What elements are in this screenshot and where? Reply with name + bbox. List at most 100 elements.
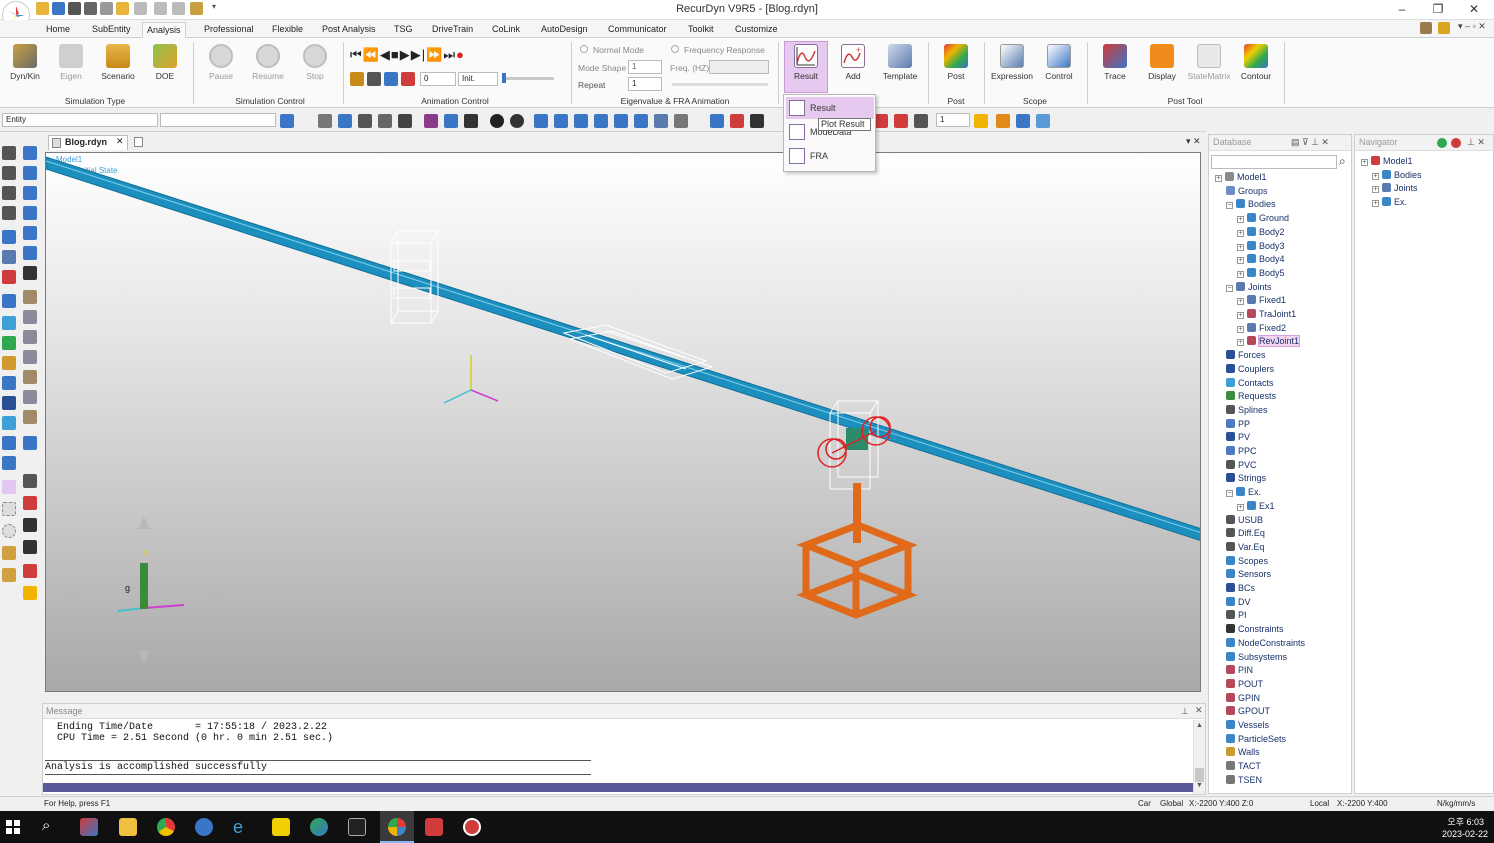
tab-drivetrain[interactable]: DriveTrain [428,22,477,38]
tree-item[interactable]: + RevJoint1 [1237,335,1301,348]
dyn-kin-button[interactable]: Dyn/Kin [3,42,47,94]
view-user-icon[interactable] [674,114,688,128]
edge-icon[interactable] [310,818,328,836]
tree-expand-icon[interactable]: − [1226,202,1233,210]
camera-icon[interactable] [367,72,381,86]
zoom-window-icon[interactable] [398,114,412,128]
view-left-icon[interactable] [574,114,588,128]
edit-icon[interactable] [23,474,37,488]
tree-item[interactable]: ParticleSets [1226,733,1286,746]
database-search-icon[interactable]: ⌕ [1339,154,1346,169]
step-forward-icon[interactable]: ▶| [411,47,426,62]
tree-item[interactable]: + Body3 [1237,240,1285,253]
tree-expand-icon[interactable]: + [1237,216,1244,224]
circle-select-icon[interactable] [2,524,16,538]
explode-icon[interactable] [23,586,37,600]
plane-yz-icon[interactable] [23,186,37,200]
force-select-icon[interactable] [2,270,16,284]
plane-zy-icon[interactable] [23,206,37,220]
tree-item[interactable]: Requests [1226,390,1276,403]
tab-autodesign[interactable]: AutoDesign [537,22,592,38]
kakaotalk-icon[interactable] [272,818,290,836]
view-front-icon[interactable] [534,114,548,128]
tree-item[interactable]: Scopes [1226,555,1268,568]
tree-item[interactable]: Splines [1226,404,1268,417]
plane-zx-icon[interactable] [23,226,37,240]
text-icon[interactable] [750,114,764,128]
rotate-axis-icon[interactable] [23,266,37,280]
restore-button[interactable]: ❐ [1420,0,1456,20]
pin-icon[interactable] [23,496,37,510]
marker-add-icon[interactable] [2,356,16,370]
tab-toolkit[interactable]: Toolkit [684,22,718,38]
display-option-icon[interactable] [874,114,888,128]
tree-expand-icon[interactable]: − [1226,490,1233,498]
message-panel-pin-icon[interactable]: ⊥ [1181,706,1189,717]
fit-all-icon[interactable] [23,540,37,554]
expression-button[interactable]: Expression [990,42,1034,94]
cylinder-icon[interactable] [23,310,37,324]
tree-item[interactable]: + Model1 [1215,171,1267,184]
tree-item[interactable]: Contacts [1226,377,1274,390]
zoom-fit-icon[interactable] [358,114,372,128]
rail-beam[interactable] [46,156,1201,541]
force-add-icon[interactable] [2,396,16,410]
tree-item[interactable]: Strings [1226,472,1266,485]
tree-expand-icon[interactable]: + [1237,257,1244,265]
tab-post-analysis[interactable]: Post Analysis [318,22,380,38]
tree-item[interactable]: + Bodies [1372,169,1422,182]
tree-expand-icon[interactable]: − [1226,284,1233,292]
tree-item[interactable]: Vessels [1226,719,1269,732]
tab-analysis[interactable]: Analysis [142,22,186,38]
rotate-icon[interactable] [338,114,352,128]
tree-expand-icon[interactable]: + [1237,312,1244,319]
tree-item[interactable]: + Body4 [1237,253,1285,266]
select-all-icon[interactable] [2,294,16,308]
tab-professional[interactable]: Professional [200,22,258,38]
control-button[interactable]: Control [1037,42,1081,94]
tree-item[interactable]: + Fixed2 [1237,322,1286,335]
layer-select[interactable]: 1 [936,113,970,127]
contour-button[interactable]: Contour [1234,42,1278,94]
resume-button[interactable]: Resume [246,42,290,94]
plate-icon[interactable] [23,410,37,424]
tree-item[interactable]: DV [1226,596,1251,609]
fast-forward-icon[interactable]: ⏩ [426,47,443,62]
transparent-icon[interactable] [1036,114,1050,128]
scenario-button[interactable]: Scenario [96,42,140,94]
sphere-icon[interactable] [2,316,16,330]
tree-expand-icon[interactable]: + [1237,270,1244,278]
message-scrollbar[interactable]: ▲ ▼ [1193,720,1205,794]
apply-icon[interactable] [280,114,294,128]
freq-input[interactable] [709,60,769,74]
tab-communicator[interactable]: Communicator [604,22,671,38]
tree-item[interactable]: Couplers [1226,363,1274,376]
fra-menu-item[interactable]: FRA [786,145,874,167]
result-menu-item[interactable]: Result [786,97,874,119]
chrome-alt-icon[interactable] [195,818,213,836]
tree-item[interactable]: Subsystems [1226,651,1287,664]
view-right-icon[interactable] [594,114,608,128]
ellipsoid-icon[interactable] [23,370,37,384]
tab-colink[interactable]: CoLink [488,22,524,38]
last-frame-icon[interactable]: ⏭ [443,47,456,62]
tree-item[interactable]: + Ex. [1372,196,1407,209]
tree-item[interactable]: + Ground [1237,212,1289,225]
tab-flexible[interactable]: Flexible [268,22,307,38]
result-button[interactable]: Result [784,41,828,93]
tree-expand-icon[interactable]: + [1237,229,1244,237]
tree-expand-icon[interactable]: + [1215,175,1222,182]
template-button[interactable]: Template [878,42,922,94]
minimize-button[interactable]: ‒ [1384,0,1420,20]
scale-icon[interactable] [23,518,37,532]
tree-expand-icon[interactable]: + [1361,159,1368,166]
post-button[interactable]: Post [934,42,978,94]
shade-icon[interactable] [996,114,1010,128]
tree-item[interactable]: Sensors [1226,568,1271,581]
tree-expand-icon[interactable]: + [1372,186,1379,194]
box-icon[interactable] [23,290,37,304]
tree-expand-icon[interactable]: + [1237,339,1244,347]
frame-icon[interactable] [350,72,364,86]
torus-icon[interactable] [23,350,37,364]
plane-yx-icon[interactable] [23,166,37,180]
